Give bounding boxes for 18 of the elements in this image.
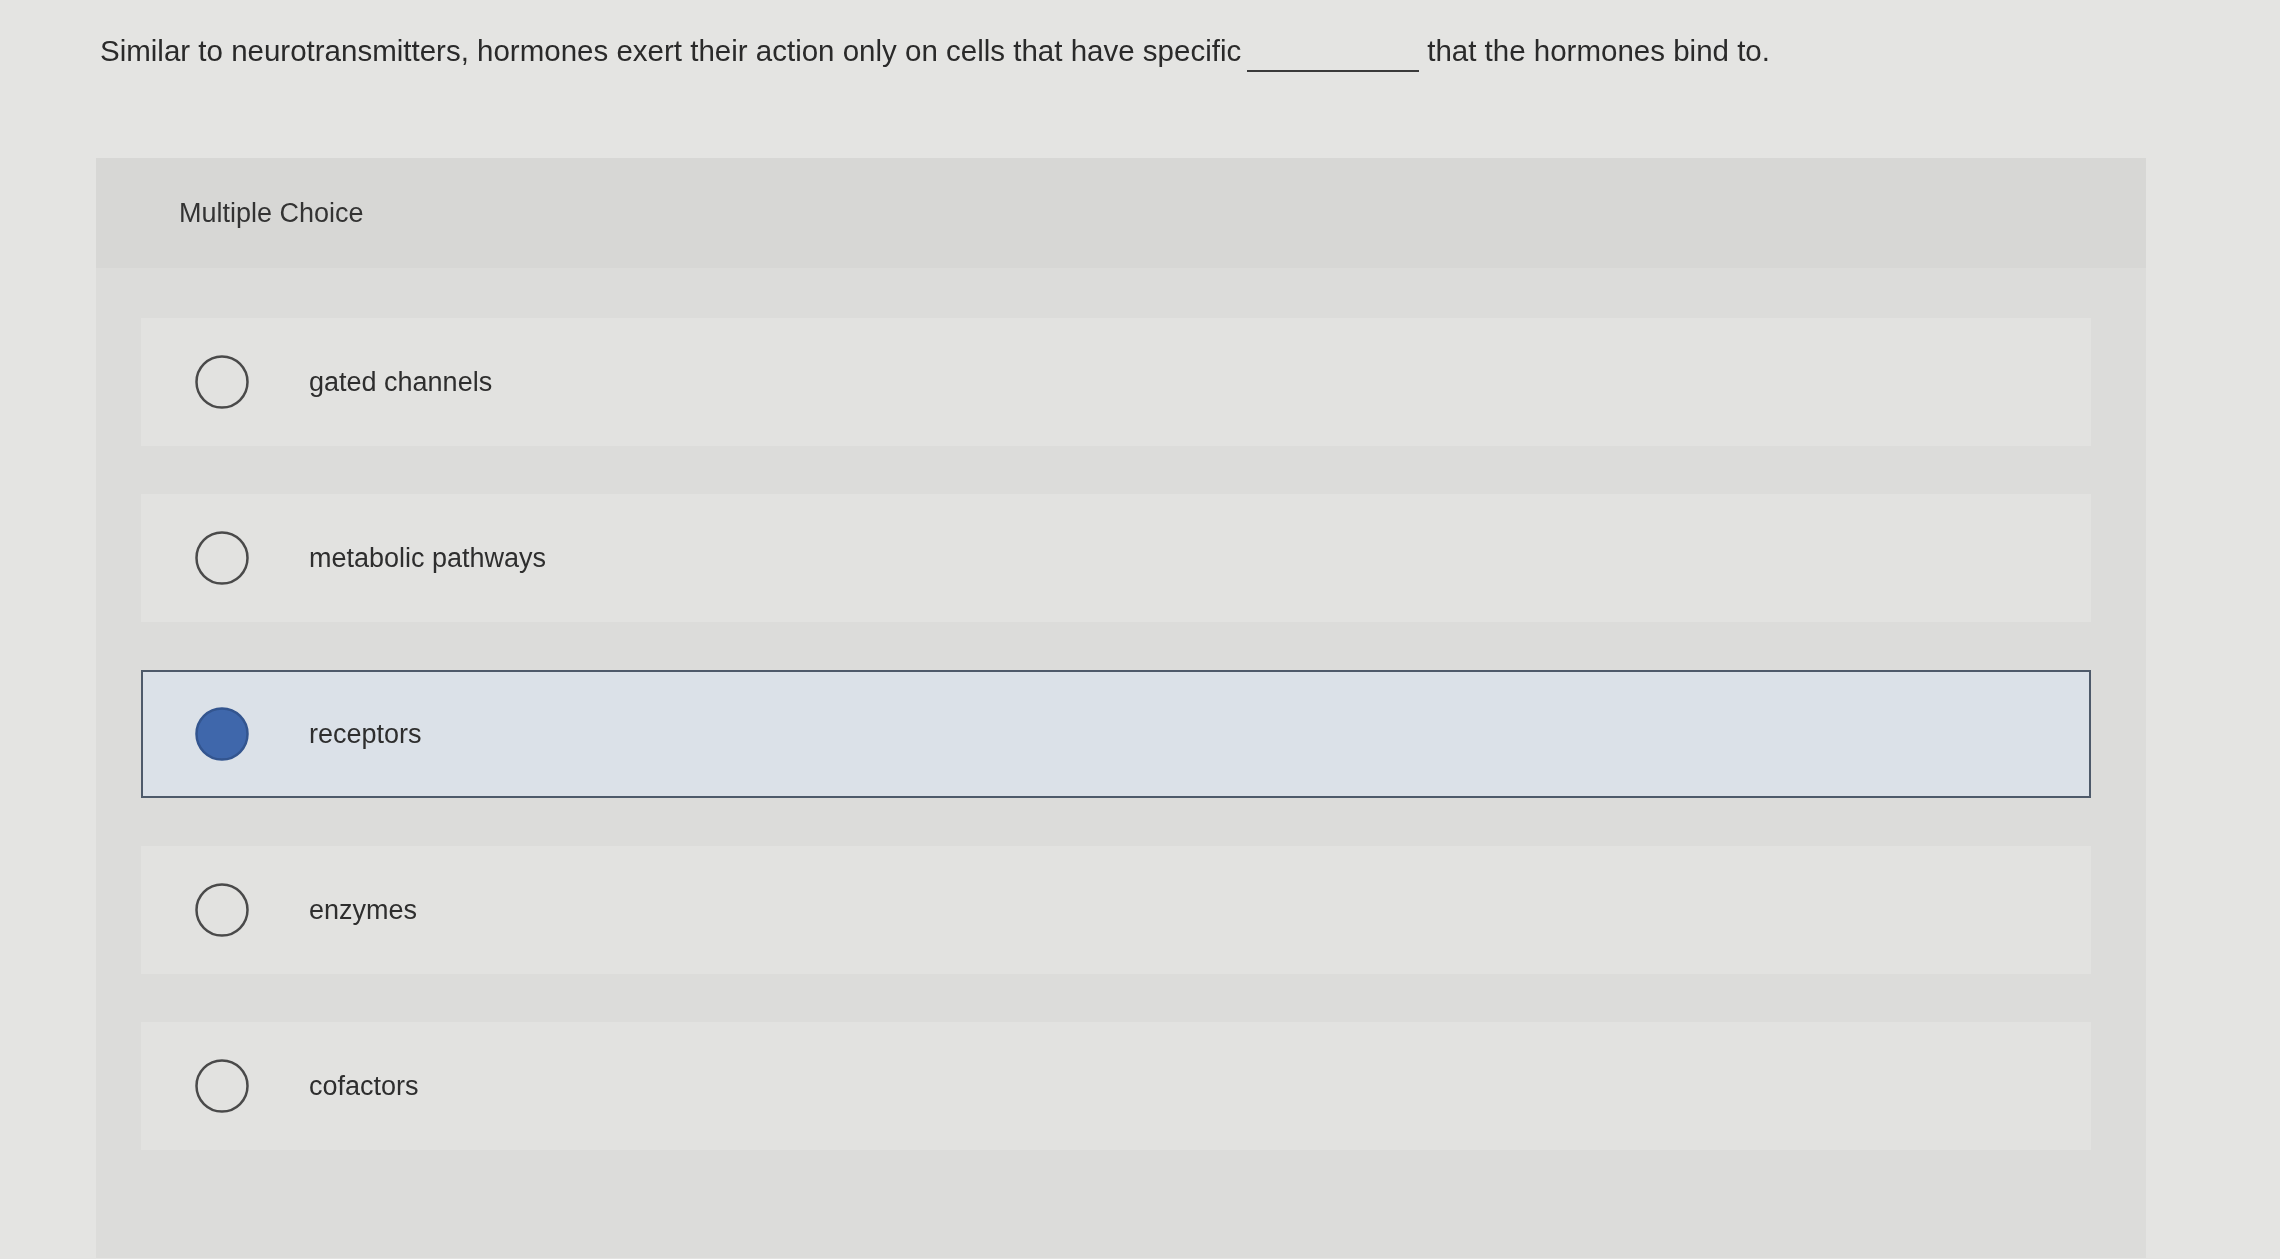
- answer-option[interactable]: cofactors: [141, 1022, 2091, 1150]
- radio-button[interactable]: [195, 355, 249, 409]
- radio-button[interactable]: [195, 531, 249, 585]
- question-text: Similar to neurotransmitters, hormones exert their action only on cells that have specific: [100, 34, 1242, 68]
- answer-option[interactable]: gated channels: [141, 318, 2091, 446]
- answer-option[interactable]: enzymes: [141, 846, 2091, 974]
- option-label: metabolic pathways: [309, 542, 547, 574]
- question-type-label: Multiple Choice: [179, 197, 364, 229]
- answer-option[interactable]: metabolic pathways: [141, 494, 2091, 622]
- answer-option[interactable]: receptors: [141, 670, 2091, 798]
- option-label: cofactors: [309, 1070, 419, 1102]
- radio-button[interactable]: [195, 1059, 249, 1113]
- option-label: receptors: [309, 718, 422, 750]
- radio-button[interactable]: [195, 883, 249, 937]
- option-label: gated channels: [309, 366, 493, 398]
- radio-button[interactable]: [195, 707, 249, 761]
- option-label: enzymes: [309, 894, 418, 926]
- question-text: that the hormones bind to.: [1427, 34, 1770, 68]
